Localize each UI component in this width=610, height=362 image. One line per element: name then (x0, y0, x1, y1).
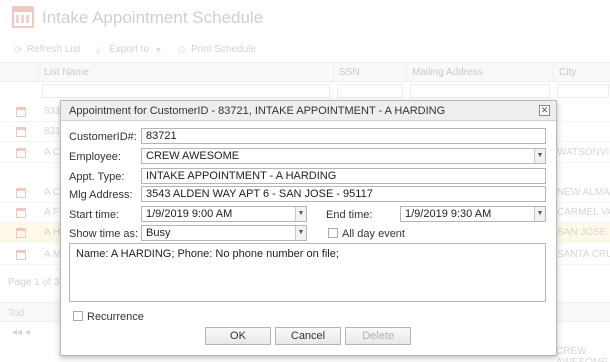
chevron-down-icon[interactable]: ▼ (534, 149, 545, 163)
recurrence-checkbox[interactable] (73, 311, 83, 321)
all-day-event-checkbox[interactable] (328, 228, 338, 238)
delete-button[interactable]: Delete (345, 327, 411, 345)
end-time-label: End time: (326, 209, 373, 221)
notes-textarea[interactable]: Name: A HARDING; Phone: No phone number … (69, 243, 546, 302)
chevron-down-icon[interactable]: ▼ (534, 207, 545, 221)
end-time-picker[interactable]: 1/9/2019 9:30 AM ▼ (400, 206, 546, 222)
show-time-as-select[interactable]: Busy ▼ (141, 225, 307, 241)
customer-id-label: CustomerID#: (69, 131, 137, 143)
chevron-down-icon[interactable]: ▼ (295, 207, 306, 221)
mlg-address-field[interactable]: 3543 ALDEN WAY APT 6 - SAN JOSE - 95117 (141, 186, 546, 202)
dialog-title-bar[interactable]: Appointment for CustomerID - 83721, INTA… (61, 101, 556, 121)
all-day-event-label: All day event (342, 228, 405, 240)
cancel-button[interactable]: Cancel (275, 327, 341, 345)
appt-type-label: Appt. Type: (69, 171, 125, 183)
mlg-address-label: Mlg Address: (69, 189, 133, 201)
appointment-dialog: Appointment for CustomerID - 83721, INTA… (60, 100, 557, 356)
employee-value: CREW AWESOME (146, 150, 240, 162)
start-time-label: Start time: (69, 209, 120, 221)
start-time-picker[interactable]: 1/9/2019 9:00 AM ▼ (141, 206, 307, 222)
end-time-value: 1/9/2019 9:30 AM (405, 208, 492, 220)
appt-type-field[interactable]: INTAKE APPOINTMENT - A HARDING (141, 168, 546, 184)
show-time-as-value: Busy (146, 227, 171, 239)
ok-button[interactable]: OK (205, 327, 271, 345)
customer-id-field[interactable]: 83721 (141, 128, 546, 144)
recurrence-label: Recurrence (87, 311, 144, 323)
close-icon[interactable]: ✕ (539, 105, 550, 116)
chevron-down-icon[interactable]: ▼ (295, 226, 306, 240)
dialog-title: Appointment for CustomerID - 83721, INTA… (69, 105, 446, 117)
show-time-as-label: Show time as: (69, 228, 139, 240)
start-time-value: 1/9/2019 9:00 AM (146, 208, 233, 220)
employee-label: Employee: (69, 151, 121, 163)
employee-select[interactable]: CREW AWESOME ▼ (141, 148, 546, 164)
